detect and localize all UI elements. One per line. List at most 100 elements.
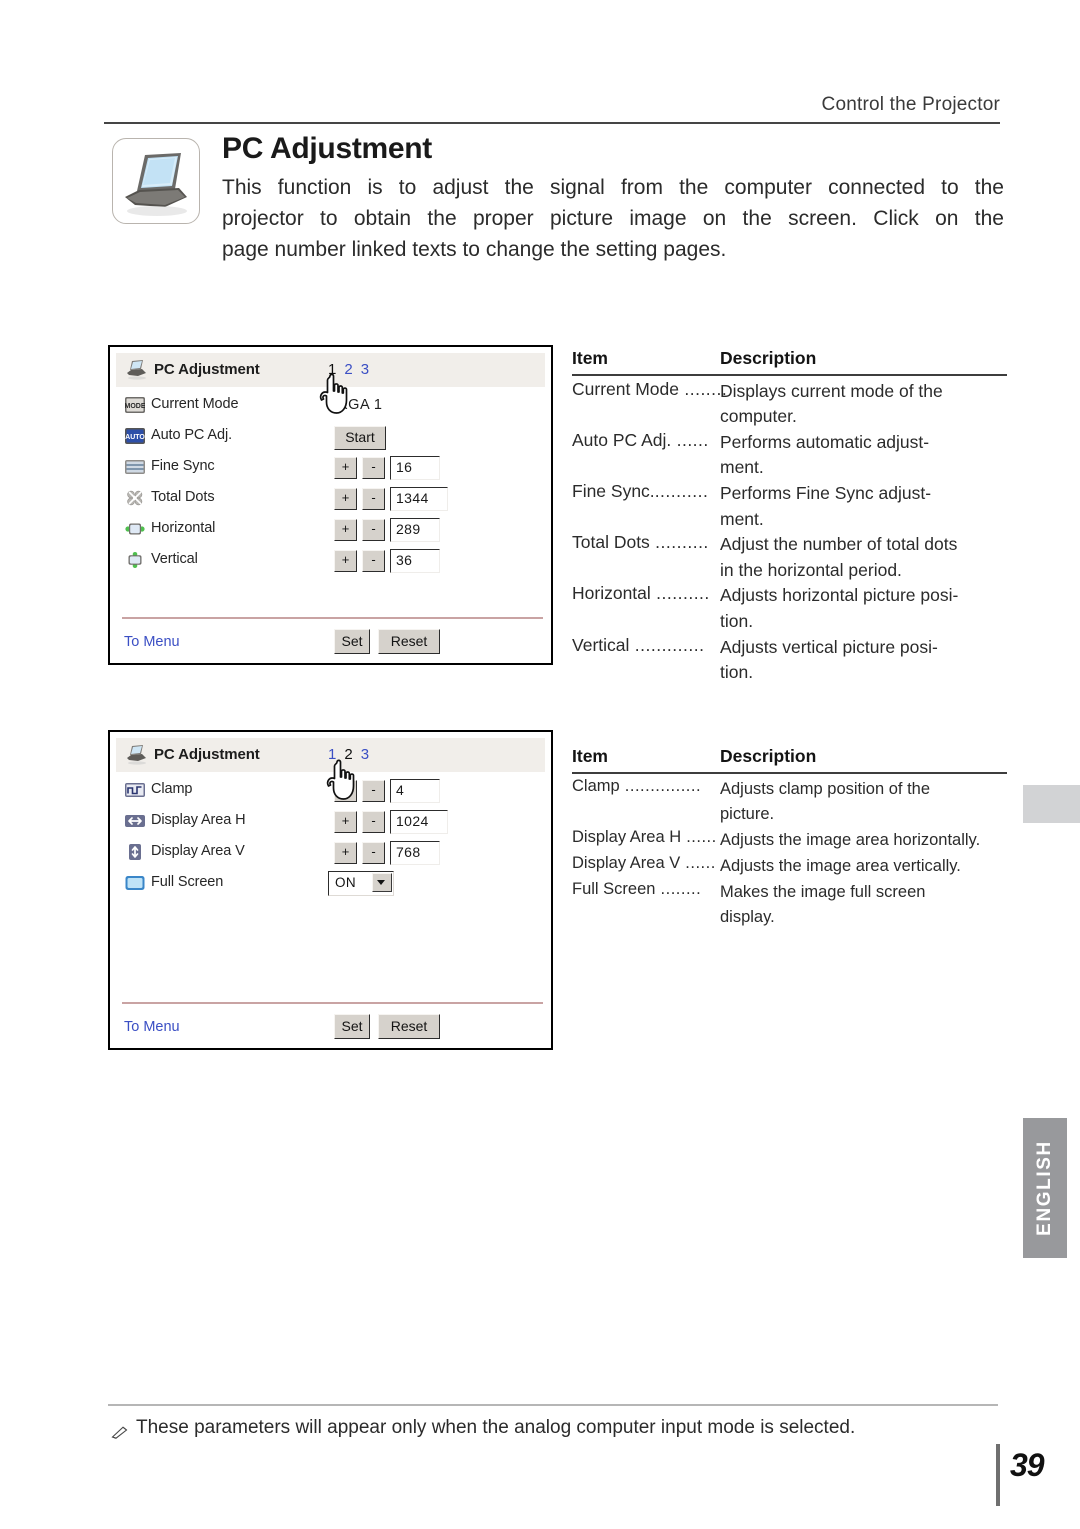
- desc-body-total-dots: Adjust the number of total dots in the h…: [720, 534, 958, 580]
- section-marker-tab: [1023, 785, 1080, 823]
- desc-body-vertical: Adjusts vertical picture posi- tion.: [720, 636, 938, 683]
- table-row: Horizontal .......... Adjusts horizontal…: [572, 583, 1007, 634]
- page-number-bar: [996, 1444, 1000, 1506]
- total-dots-minus-button[interactable]: -: [362, 488, 385, 510]
- row-vertical: Vertical + - 36: [116, 548, 545, 579]
- total-dots-plus-button[interactable]: +: [334, 488, 357, 510]
- table-row: Clamp ............... Adjusts clamp posi…: [572, 777, 1007, 828]
- full-screen-select[interactable]: ON: [328, 871, 394, 896]
- display-area-h-plus-button[interactable]: +: [334, 811, 357, 833]
- desc-body-horizontal: Adjusts horizontal picture posi- tion.: [720, 585, 959, 631]
- fine-sync-value-field[interactable]: 16: [390, 456, 440, 480]
- clamp-plus-button[interactable]: +: [334, 780, 357, 802]
- clamp-value-field[interactable]: 4: [390, 779, 440, 803]
- desc-body-fine-sync: Performs Fine Sync adjust- ment.: [720, 482, 932, 529]
- auto-icon: AUTO: [125, 428, 145, 445]
- horizontal-minus-button[interactable]: -: [362, 519, 385, 541]
- panel2-page-link-3[interactable]: 3: [361, 746, 372, 763]
- vertical-minus-button[interactable]: -: [362, 550, 385, 572]
- vertical-plus-button[interactable]: +: [334, 550, 357, 572]
- desc-table2-header-description: Description: [720, 746, 817, 766]
- display-area-v-value-field[interactable]: 768: [390, 841, 440, 865]
- display-area-h-minus-button[interactable]: -: [362, 811, 385, 833]
- pc-adjustment-screenshot-page1: PC Adjustment 123 MODE Current Mode XGA …: [108, 345, 553, 665]
- pc-adjustment-screenshot-page2: PC Adjustment 123 Clamp + - 4 Display Ar…: [108, 730, 553, 1050]
- display-area-h-icon: [125, 813, 145, 830]
- desc-item-current-mode: Current Mode ........: [572, 378, 728, 399]
- row-label-horizontal: Horizontal: [151, 520, 216, 536]
- desc-table1-header-row: Item Description: [572, 348, 1007, 374]
- desc-item-display-area-h: Display Area H ......: [572, 827, 717, 846]
- horizontal-plus-button[interactable]: +: [334, 519, 357, 541]
- desc-body-clamp: Adjusts clamp position of the picture.: [720, 779, 931, 824]
- panel1-to-menu-link[interactable]: To Menu: [124, 634, 180, 650]
- footnote-text: These parameters will appear only when t…: [136, 1417, 856, 1438]
- display-area-v-plus-button[interactable]: +: [334, 842, 357, 864]
- panel2-page-link-1[interactable]: 1: [328, 746, 339, 763]
- intro-line-3: page number linked texts to change the s…: [222, 238, 727, 261]
- desc-item-auto-pc-adj: Auto PC Adj. ......: [572, 429, 709, 450]
- current-mode-value: XGA 1: [338, 397, 383, 413]
- row-auto-pc-adj: AUTO Auto PC Adj. Start: [116, 424, 545, 455]
- language-tab-label: ENGLISH: [1034, 1140, 1055, 1236]
- panel1-divider: [122, 617, 543, 619]
- desc-item-clamp: Clamp ...............: [572, 776, 702, 795]
- row-display-area-v: Display Area V + - 768: [116, 840, 545, 871]
- row-label-fine-sync: Fine Sync: [151, 458, 215, 474]
- desc-item-full-screen: Full Screen ........: [572, 879, 702, 898]
- display-area-v-minus-button[interactable]: -: [362, 842, 385, 864]
- panel1-page-link-3[interactable]: 3: [361, 361, 372, 378]
- desc-item-vertical: Vertical .............: [572, 634, 705, 655]
- description-table-page1: Item Description Current Mode ........ D…: [572, 348, 1007, 686]
- desc-item-fine-sync: Fine Sync...........: [572, 480, 709, 501]
- panel2-page-links: 123: [328, 746, 377, 763]
- start-button[interactable]: Start: [334, 426, 386, 450]
- row-label-total-dots: Total Dots: [151, 489, 215, 505]
- clamp-icon: [125, 782, 145, 799]
- row-full-screen: Full Screen ON: [116, 871, 545, 902]
- intro-line-2: projector to obtain the proper picture i…: [222, 207, 1004, 230]
- row-display-area-h: Display Area H + - 1024: [116, 809, 545, 840]
- vertical-value-field[interactable]: 36: [390, 549, 440, 573]
- page-number: 39: [1010, 1447, 1045, 1483]
- panel1-reset-button[interactable]: Reset: [378, 629, 440, 654]
- desc-body-current-mode: Displays current mode of the computer.: [720, 380, 943, 427]
- vertical-icon: [125, 552, 145, 569]
- horizontal-value-field[interactable]: 289: [390, 518, 440, 542]
- row-label-auto-pc-adj: Auto PC Adj.: [151, 427, 233, 443]
- fine-sync-plus-button[interactable]: +: [334, 457, 357, 479]
- clamp-minus-button[interactable]: -: [362, 780, 385, 802]
- panel1-title: PC Adjustment: [154, 361, 260, 378]
- fine-sync-minus-button[interactable]: -: [362, 457, 385, 479]
- row-label-vertical: Vertical: [151, 551, 198, 567]
- panel2-reset-button[interactable]: Reset: [378, 1014, 440, 1039]
- chevron-down-icon[interactable]: [372, 873, 392, 892]
- panel1-page-link-1[interactable]: 1: [328, 361, 339, 378]
- desc-item-display-area-v: Display Area V ......: [572, 853, 716, 872]
- panel2-divider: [122, 1002, 543, 1004]
- row-clamp: Clamp + - 4: [116, 778, 545, 809]
- desc-table1-rule: [572, 374, 1007, 376]
- table-row: Display Area V ...... Adjusts the image …: [572, 854, 1007, 880]
- row-fine-sync: Fine Sync + - 16: [116, 455, 545, 486]
- full-screen-icon: [125, 875, 145, 892]
- table-row: Auto PC Adj. ...... Performs automatic a…: [572, 430, 1007, 481]
- desc-table2-rule: [572, 772, 1007, 774]
- panel2-page-link-2[interactable]: 2: [344, 746, 355, 763]
- row-current-mode: MODE Current Mode XGA 1: [116, 393, 545, 424]
- panel1-page-link-2[interactable]: 2: [344, 361, 355, 378]
- projector-icon: [126, 360, 148, 380]
- panel2-to-menu-link[interactable]: To Menu: [124, 1019, 180, 1035]
- desc-body-display-area-v: Adjusts the image area vertically.: [720, 856, 961, 875]
- panel2-set-button[interactable]: Set: [334, 1014, 370, 1039]
- panel1-set-button[interactable]: Set: [334, 629, 370, 654]
- intro-text-column: PC Adjustment This function is to adjust…: [222, 132, 1004, 265]
- total-dots-value-field[interactable]: 1344: [390, 487, 448, 511]
- row-label-display-area-h: Display Area H: [151, 812, 246, 828]
- row-label-full-screen: Full Screen: [151, 874, 224, 890]
- projector-icon: [126, 745, 148, 765]
- display-area-h-value-field[interactable]: 1024: [390, 810, 448, 834]
- description-table-page2: Item Description Clamp ............... A…: [572, 746, 1007, 931]
- language-tab-english: ENGLISH: [1023, 1118, 1067, 1258]
- table-row: Current Mode ........ Displays current m…: [572, 379, 1007, 430]
